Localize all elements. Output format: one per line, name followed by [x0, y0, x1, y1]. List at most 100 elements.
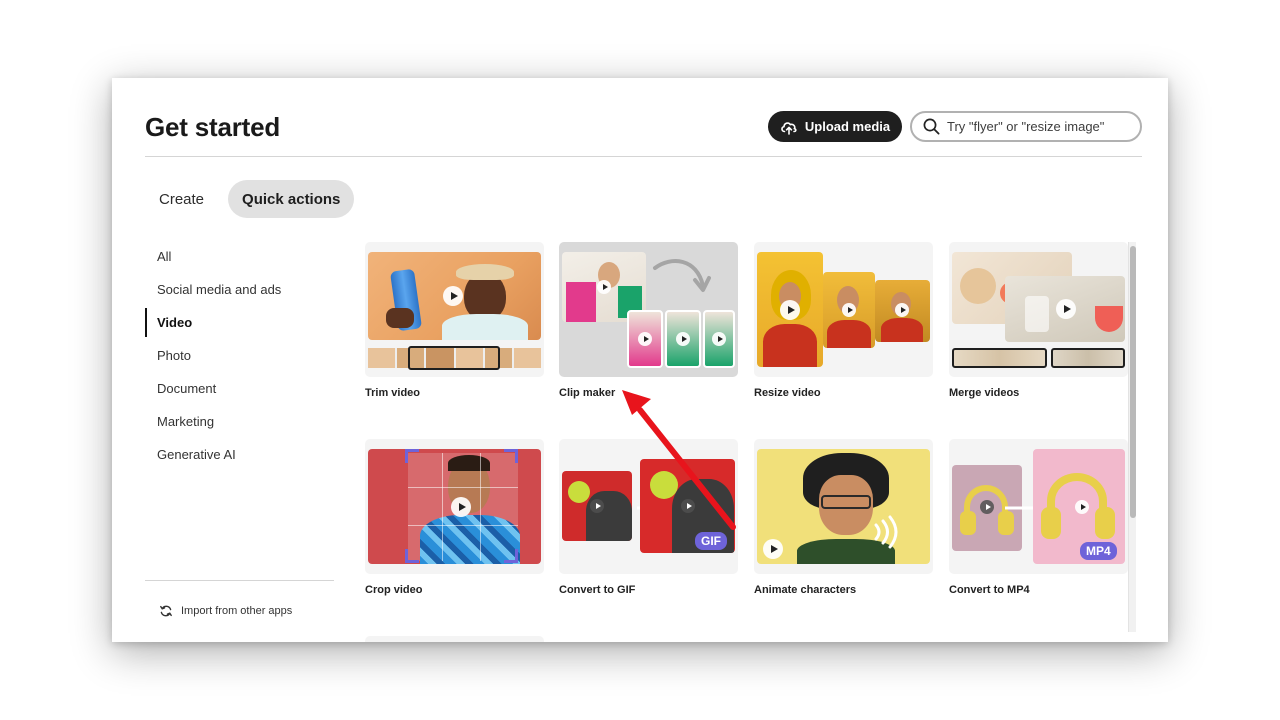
earcup: [960, 511, 976, 535]
sidebar-item-document[interactable]: Document: [145, 372, 335, 405]
watermelon: [1095, 306, 1123, 332]
red-top: [881, 318, 923, 342]
timeline-strip: [1051, 348, 1125, 368]
sidebar-item-marketing[interactable]: Marketing: [145, 405, 335, 438]
play-icon: [590, 499, 604, 513]
upload-media-button[interactable]: Upload media: [768, 111, 902, 142]
card-label: Resize video: [754, 387, 821, 399]
sidebar-item-photo[interactable]: Photo: [145, 339, 335, 372]
category-tabs: Create Quick actions: [145, 180, 355, 218]
tab-create[interactable]: Create: [145, 180, 218, 218]
red-top: [763, 324, 817, 367]
card-resize-video[interactable]: Resize video: [754, 242, 933, 399]
crop-handle-top-right[interactable]: [504, 449, 518, 463]
person-hair: [448, 455, 490, 471]
card-label: Convert to MP4: [949, 584, 1030, 596]
header-divider: [145, 156, 1142, 157]
play-icon: [895, 303, 909, 317]
play-icon: [676, 332, 690, 346]
card-crop-video[interactable]: Crop video: [365, 439, 544, 596]
card-label: Animate characters: [754, 584, 857, 596]
person-hat: [456, 264, 514, 280]
sidebar-item-generative-ai[interactable]: Generative AI: [145, 438, 335, 471]
play-icon: [763, 539, 783, 559]
play-icon: [780, 300, 800, 320]
sidebar-item-all[interactable]: All: [145, 240, 335, 273]
crop-grid-line: [408, 487, 518, 488]
play-icon: [597, 280, 611, 294]
clip-maker-thumbnail: [559, 242, 738, 377]
fruit-bowl: [960, 268, 996, 304]
play-icon: [842, 303, 856, 317]
sidebar-item-social-media-and-ads[interactable]: Social media and ads: [145, 273, 335, 306]
card-label: Merge videos: [949, 387, 1020, 399]
earcup: [1095, 507, 1115, 539]
sound-wave-icon: [874, 515, 898, 549]
search-box[interactable]: [910, 111, 1142, 142]
play-icon: [443, 286, 463, 306]
character-glasses: [821, 495, 871, 509]
animate-characters-thumbnail: [754, 439, 933, 574]
play-icon: [451, 497, 471, 517]
trim-selection: [408, 346, 500, 370]
crop-handle-bottom-right[interactable]: [504, 549, 518, 563]
crop-grid-line: [408, 525, 518, 526]
hand: [386, 308, 414, 328]
sidebar-divider: [145, 580, 334, 581]
card-convert-to-mp4[interactable]: MP4 Convert to MP4: [949, 439, 1128, 596]
search-icon: [923, 118, 940, 135]
import-from-other-apps-link[interactable]: Import from other apps: [159, 604, 292, 618]
glass: [1025, 296, 1049, 332]
resize-video-thumbnail: [754, 242, 933, 377]
play-icon: [712, 332, 726, 346]
card-trim-video[interactable]: Trim video: [365, 242, 544, 399]
sidebar: All Social media and ads Video Photo Doc…: [145, 240, 335, 471]
crop-handle-top-left[interactable]: [405, 449, 419, 463]
timeline-strip: [952, 348, 1047, 368]
grid-scrollbar[interactable]: [1128, 242, 1136, 632]
crop-handle-bottom-left[interactable]: [405, 549, 419, 563]
person-shirt: [442, 314, 528, 340]
dog-figure: [586, 491, 632, 541]
timeline-frame: [368, 348, 396, 368]
play-icon: [1056, 299, 1076, 319]
convert-to-mp4-thumbnail: MP4: [949, 439, 1128, 574]
get-started-panel: Get started Upload media Create Quick ac…: [112, 78, 1168, 642]
tab-quick-actions[interactable]: Quick actions: [228, 180, 355, 218]
search-input[interactable]: [947, 119, 1127, 134]
crop-grid-line: [480, 453, 481, 561]
card-label: Trim video: [365, 387, 421, 399]
crop-grid-line: [442, 453, 443, 561]
gif-badge: GIF: [695, 532, 727, 550]
cloud-upload-icon: [781, 121, 797, 135]
play-icon: [1075, 500, 1089, 514]
trim-video-thumbnail: [365, 242, 544, 377]
upload-media-label: Upload media: [804, 119, 891, 134]
play-icon: [980, 500, 994, 514]
timeline-frame: [513, 348, 542, 368]
tennis-ball: [568, 481, 590, 503]
play-icon: [681, 499, 695, 513]
import-label: Import from other apps: [181, 605, 293, 617]
card-clip-maker[interactable]: Clip maker: [559, 242, 738, 399]
card-label: Convert to GIF: [559, 584, 636, 596]
convert-to-gif-thumbnail: GIF: [559, 439, 738, 574]
card-convert-to-gif[interactable]: GIF Convert to GIF: [559, 439, 738, 596]
mp4-badge: MP4: [1080, 542, 1117, 560]
pink-garment: [566, 282, 596, 322]
merge-videos-thumbnail: [949, 242, 1128, 377]
card-merge-videos[interactable]: Merge videos: [949, 242, 1128, 399]
scrollbar-thumb[interactable]: [1130, 246, 1136, 518]
card-animate-characters[interactable]: Animate characters: [754, 439, 933, 596]
red-top: [827, 320, 871, 348]
earcup: [1041, 507, 1061, 539]
crop-video-thumbnail: [365, 439, 544, 574]
sidebar-item-video[interactable]: Video: [145, 306, 335, 339]
character-scene: [757, 449, 930, 564]
page-title: Get started: [145, 112, 281, 142]
card-label: Clip maker: [559, 387, 616, 399]
import-icon: [160, 605, 172, 617]
play-icon: [638, 332, 652, 346]
curved-arrow-icon: [653, 259, 711, 292]
next-row-card-peek[interactable]: [365, 636, 544, 642]
